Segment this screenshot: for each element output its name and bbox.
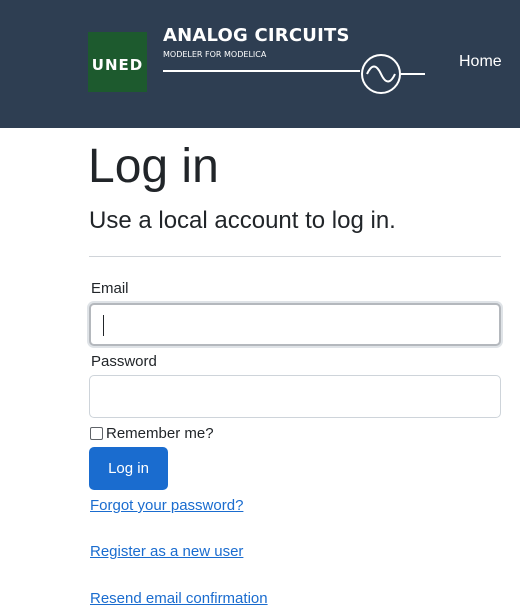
email-field[interactable] [89,303,501,346]
logo-text: UNED [91,56,144,74]
nav-home-link[interactable]: Home [459,53,502,71]
remember-me-checkbox[interactable] [90,427,103,440]
login-button[interactable]: Log in [89,447,168,490]
remember-me-label[interactable]: Remember me? [106,425,214,442]
page-subtitle: Use a local account to log in. [89,207,396,234]
remember-me-row[interactable]: Remember me? [90,425,214,442]
password-field[interactable] [89,375,501,418]
navbar: UNED ANALOG CIRCUITS MODELER FOR MODELIC… [0,0,520,128]
email-label: Email [91,280,129,297]
forgot-password-link[interactable]: Forgot your password? [90,497,243,514]
password-label: Password [91,353,157,370]
register-link[interactable]: Register as a new user [90,543,243,560]
text-caret [103,315,104,336]
sine-wave-icon [163,54,425,94]
resend-confirmation-link[interactable]: Resend email confirmation [90,590,268,607]
page-title: Log in [88,140,219,193]
divider [89,256,501,257]
brand-title[interactable]: ANALOG CIRCUITS [163,25,350,46]
uned-logo[interactable]: UNED [88,32,147,92]
